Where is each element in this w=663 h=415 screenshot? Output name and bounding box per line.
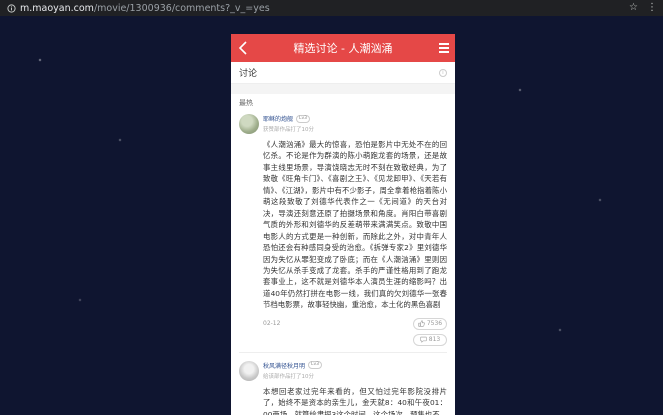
page-title: 精选讨论 - 人潮汹涌 xyxy=(293,42,393,55)
url-domain: m.maoyan.com xyxy=(20,2,94,14)
comment-username[interactable]: 耶稣的炮舰 xyxy=(263,114,293,123)
level-badge: Lv3 xyxy=(308,361,323,370)
section-title: 讨论 xyxy=(239,69,258,79)
top-bar: 精选讨论 - 人潮汹涌 xyxy=(231,34,455,62)
reply-button[interactable]: 813 xyxy=(413,333,447,346)
url-path: /movie/1300936/comments?_v_=yes xyxy=(93,2,270,14)
thumbs-up-icon xyxy=(418,320,425,327)
hot-label: 最热 xyxy=(239,99,253,107)
avatar[interactable] xyxy=(239,360,259,381)
mobile-page: 精选讨论 - 人潮汹涌 讨论 i 最热 耶稣的炮舰 Lv3 获赞部作品打了10分… xyxy=(231,34,455,415)
comment-date: 02-12 xyxy=(263,319,281,327)
comment-bubble-icon xyxy=(420,337,427,344)
rating-subtitle: 获赞部作品打了10分 xyxy=(263,127,314,133)
browser-address-bar[interactable]: m.maoyan.com/movie/1300936/comments?_v_=… xyxy=(0,0,663,16)
bookmark-star-icon[interactable]: ☆ xyxy=(629,1,638,15)
rating-subtitle: 给该部作品打了10分 xyxy=(263,373,314,380)
info-icon[interactable]: i xyxy=(439,68,447,77)
section-gap xyxy=(231,84,455,94)
comment-item: 秋风满径秋月明 Lv3 给该部作品打了10分 本想回老家过完年来看的，但又怕过完… xyxy=(231,357,455,415)
comment-text: 《人潮汹涌》最大的惊喜，恐怕是影片中无处不在的回忆杀。不论是作为群演的陈小萌跑龙… xyxy=(263,140,447,310)
back-arrow-icon[interactable] xyxy=(237,40,251,56)
menu-icon[interactable] xyxy=(439,43,449,53)
reply-count: 813 xyxy=(428,336,441,344)
avatar[interactable] xyxy=(239,114,259,134)
like-count: 7536 xyxy=(426,320,443,328)
like-button[interactable]: 7536 xyxy=(413,317,447,330)
browser-menu-icon[interactable]: ⋮ xyxy=(647,1,657,15)
discussion-section-header: 讨论 i xyxy=(231,62,455,84)
comment-item: 耶稣的炮舰 Lv3 获赞部作品打了10分 《人潮汹涌》最大的惊喜，恐怕是影片中无… xyxy=(231,110,455,357)
level-badge: Lv3 xyxy=(296,114,311,123)
divider xyxy=(239,351,447,353)
site-info-icon[interactable] xyxy=(5,2,17,14)
comment-username[interactable]: 秋风满径秋月明 xyxy=(263,361,305,370)
comment-text: 本想回老家过完年来看的，但又怕过完年影院没排片了，始终不是资本的亲生儿，金天就8… xyxy=(263,386,447,415)
